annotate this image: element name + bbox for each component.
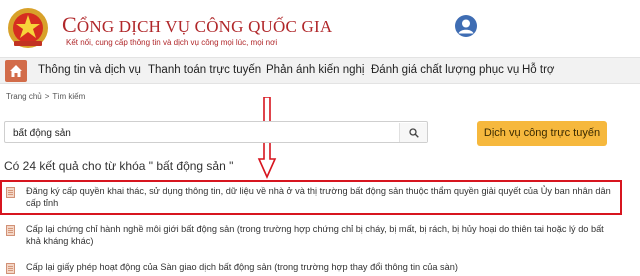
site-title[interactable]: CỔNG DỊCH VỤ CÔNG QUỐC GIA xyxy=(62,12,332,38)
list-item[interactable]: Đăng ký cấp quyền khai thác, sử dụng thô… xyxy=(6,185,616,215)
list-item[interactable]: Cấp lại giấy phép hoạt động của Sàn giao… xyxy=(6,261,616,275)
site-title-initial: C xyxy=(62,12,77,37)
site-subtitle: Kết nối, cung cấp thông tin và dịch vụ c… xyxy=(66,38,278,47)
search-input[interactable] xyxy=(13,126,393,140)
home-button[interactable] xyxy=(5,60,27,82)
site-header: CỔNG DỊCH VỤ CÔNG QUỐC GIA Kết nối, cung… xyxy=(0,0,640,56)
nav-item-ho-tro[interactable]: Hỗ trợ xyxy=(522,64,554,76)
search-icon xyxy=(409,128,419,138)
breadcrumb-current: Tìm kiếm xyxy=(52,92,86,101)
document-icon xyxy=(6,187,15,198)
breadcrumb-separator: > xyxy=(44,92,50,101)
nav-item-danh-gia[interactable]: Đánh giá chất lượng phục vụ xyxy=(371,64,519,76)
national-emblem-icon[interactable] xyxy=(6,6,50,50)
breadcrumb-home[interactable]: Trang chủ xyxy=(6,92,42,101)
search-box xyxy=(4,121,428,143)
list-item[interactable]: Cấp lại chứng chỉ hành nghề môi giới bất… xyxy=(6,223,616,249)
nav-item-thanh-toan[interactable]: Thanh toán trực tuyến xyxy=(148,64,261,76)
nav-item-phan-anh[interactable]: Phản ánh kiến nghị xyxy=(266,64,364,76)
document-icon xyxy=(6,263,15,274)
search-button[interactable] xyxy=(399,123,427,142)
result-link[interactable]: Cấp lại giấy phép hoạt động của Sàn giao… xyxy=(26,261,611,273)
result-link[interactable]: Cấp lại chứng chỉ hành nghề môi giới bất… xyxy=(26,223,611,247)
result-heading: Có 24 kết quả cho từ khóa " bất động sản… xyxy=(4,159,234,173)
main-nav: Thông tin và dịch vụ Thanh toán trực tuy… xyxy=(0,57,640,84)
document-icon xyxy=(6,225,15,236)
online-service-button[interactable]: Dịch vụ công trực tuyến xyxy=(477,121,607,146)
user-account-icon[interactable] xyxy=(455,15,477,37)
breadcrumb: Trang chủ > Tìm kiếm xyxy=(6,92,85,101)
result-link[interactable]: Đăng ký cấp quyền khai thác, sử dụng thô… xyxy=(26,185,611,209)
site-title-text: ỔNG DỊCH VỤ CÔNG QUỐC GIA xyxy=(76,17,333,36)
home-icon xyxy=(10,65,22,77)
nav-item-thong-tin-dich-vu[interactable]: Thông tin và dịch vụ xyxy=(38,64,141,76)
